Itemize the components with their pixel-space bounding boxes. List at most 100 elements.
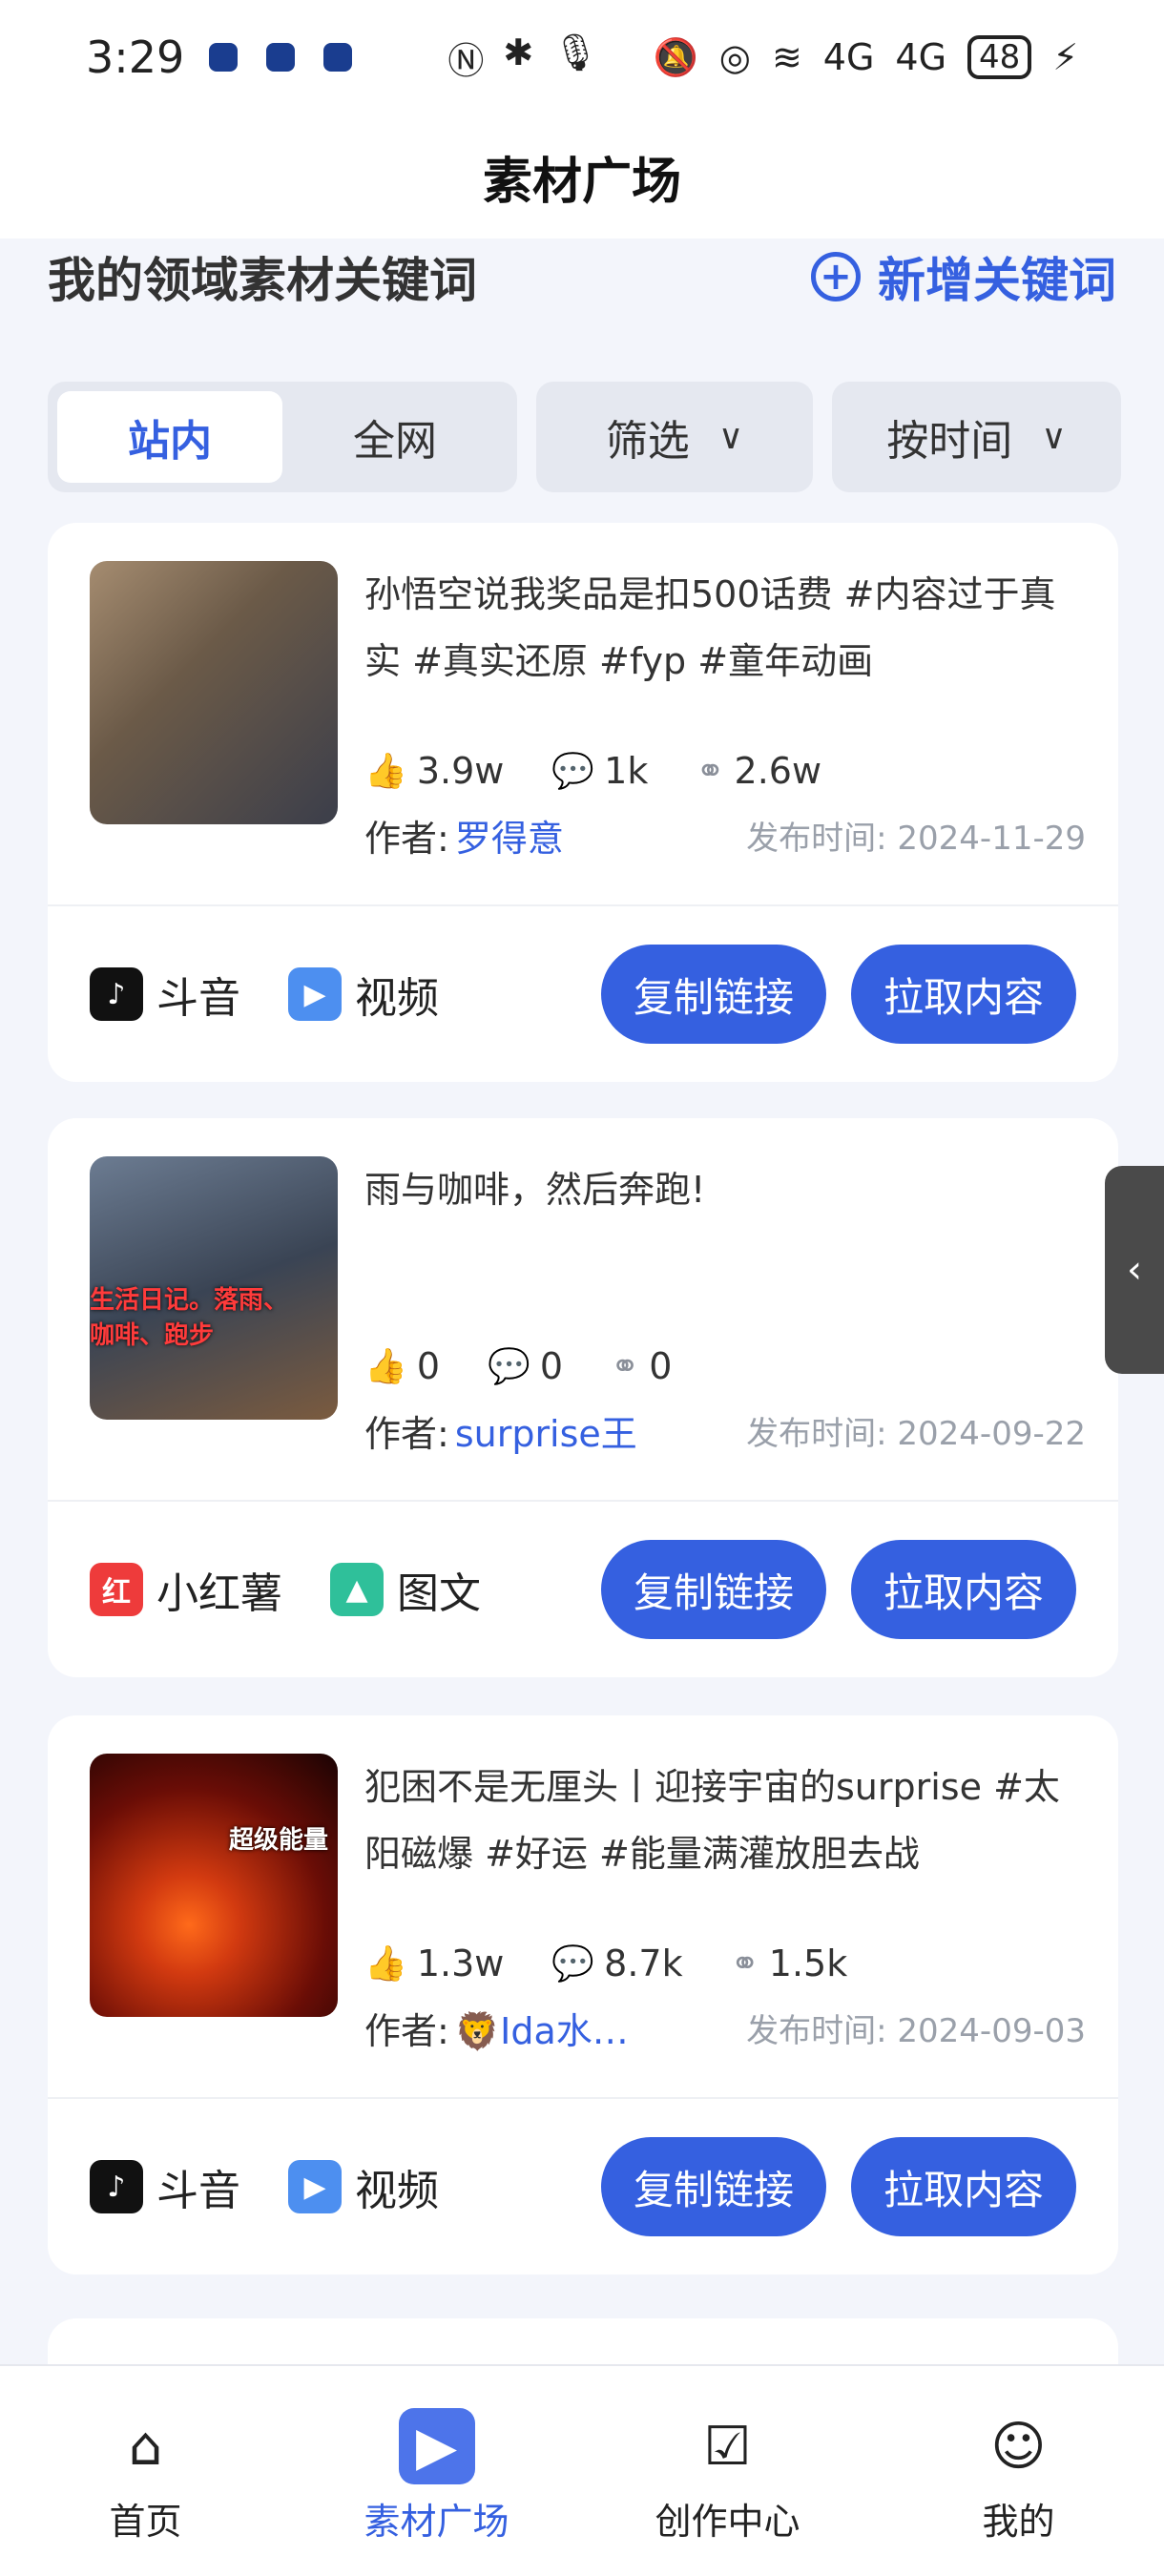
author-label: 作者: bbox=[364, 818, 449, 860]
status-time: 3:29 bbox=[86, 31, 185, 83]
douyin-icon: ♪ bbox=[90, 2160, 143, 2213]
card-content: 孙悟空说我奖品是扣500话费 #内容过于真实 #真实还原 #fyp #童年动画 … bbox=[48, 523, 1118, 906]
side-panel-toggle[interactable]: ‹ bbox=[1105, 1166, 1164, 1374]
tab-create[interactable]: ☑ 创作中心 bbox=[613, 2408, 842, 2545]
card-content: 生活日记。落雨、咖啡、跑步 雨与咖啡，然后奔跑! 👍 0 💬 0 ⚭ 0 作者:… bbox=[48, 1118, 1118, 1502]
status-right: 🔕 ◎ ≋ 4G 4G 48 ⚡ bbox=[653, 35, 1078, 79]
shares-stat: ⚭ 2.6w bbox=[696, 750, 821, 792]
segment-onsite[interactable]: 站内 bbox=[57, 391, 282, 483]
card-thumbnail[interactable] bbox=[90, 561, 338, 824]
thumbs-up-icon: 👍 bbox=[364, 752, 407, 791]
shares-count: 2.6w bbox=[734, 750, 822, 792]
comment-icon: 💬 bbox=[551, 1944, 595, 1984]
card-stats: 👍 0 💬 0 ⚭ 0 bbox=[364, 1345, 719, 1387]
material-card[interactable]: 生活日记。落雨、咖啡、跑步 雨与咖啡，然后奔跑! 👍 0 💬 0 ⚭ 0 作者:… bbox=[48, 1118, 1118, 1677]
publish-time: 发布时间: 2024-09-22 bbox=[746, 1415, 1086, 1453]
tab-profile[interactable]: ☺ 我的 bbox=[904, 2408, 1133, 2545]
likes-stat: 👍 3.9w bbox=[364, 750, 504, 792]
card-title: 犯困不是无厘头丨迎接宇宙的surprise #太阳磁爆 #好运 #能量满灌放胆去… bbox=[364, 1766, 1060, 1875]
comments-stat: 💬 0 bbox=[488, 1345, 563, 1387]
author-name[interactable]: 🦁Ida水… bbox=[455, 2002, 629, 2054]
hotspot-icon: ◎ bbox=[718, 36, 751, 78]
platform-label: 小红薯 bbox=[156, 1569, 282, 1618]
publish-time: 发布时间: 2024-11-29 bbox=[746, 820, 1086, 858]
comment-icon: 💬 bbox=[551, 752, 595, 791]
card-title: 孙悟空说我奖品是扣500话费 #内容过于真实 #真实还原 #fyp #童年动画 bbox=[364, 573, 1056, 682]
battery-indicator: 48 bbox=[967, 35, 1032, 79]
share-icon: ⚭ bbox=[730, 1943, 759, 1984]
thumbs-up-icon: 👍 bbox=[364, 1944, 407, 1984]
thumbnail-caption: 生活日记。落雨、咖啡、跑步 bbox=[90, 1286, 289, 1350]
charging-icon: ⚡ bbox=[1052, 36, 1078, 78]
status-bar: 3:29 Ⓝ ✱ 🎙 🔕 ◎ ≋ 4G 4G 48 ⚡ bbox=[0, 0, 1164, 114]
author-label: 作者: bbox=[364, 1413, 449, 1455]
chevron-down-icon: ∨ bbox=[1041, 417, 1067, 457]
card-content: 超级能量 犯困不是无厘头丨迎接宇宙的surprise #太阳磁爆 #好运 #能量… bbox=[48, 1715, 1118, 2099]
content-type-label: 视频 bbox=[355, 974, 439, 1023]
video-icon: ▶ bbox=[288, 2160, 342, 2213]
mute-icon: 🔕 bbox=[653, 35, 698, 78]
card-buttons: 复制链接 拉取内容 bbox=[600, 2137, 1076, 2236]
author-name[interactable]: surprise王 bbox=[455, 1404, 637, 1457]
sort-dropdown-label: 按时间 bbox=[886, 417, 1013, 466]
comments-count: 1k bbox=[604, 750, 649, 792]
platform-tag: ♪ 斗音 bbox=[90, 2156, 240, 2217]
publish-time: 发布时间: 2024-09-03 bbox=[746, 2012, 1086, 2050]
notification-app-icon bbox=[266, 43, 296, 72]
notification-app-icon bbox=[323, 43, 353, 72]
scope-segment-control: 站内 全网 bbox=[48, 382, 517, 492]
card-thumbnail[interactable]: 超级能量 bbox=[90, 1754, 338, 2017]
xiaohongshu-icon: 红 bbox=[90, 1563, 143, 1616]
shares-stat: ⚭ 0 bbox=[611, 1345, 672, 1387]
content-type-tag: ▶ 视频 bbox=[288, 2156, 439, 2217]
tab-material[interactable]: ▶ 素材广场 bbox=[322, 2408, 551, 2545]
pull-content-button[interactable]: 拉取内容 bbox=[850, 2137, 1076, 2236]
image-icon: ▲ bbox=[330, 1563, 384, 1616]
wifi-icon: ≋ bbox=[771, 36, 802, 78]
author-row: 作者: 🦁Ida水… 发布时间: 2024-09-03 bbox=[364, 2002, 1086, 2054]
content-type-label: 图文 bbox=[397, 1569, 481, 1618]
douyin-icon: ♪ bbox=[90, 967, 143, 1021]
home-icon: ⌂ bbox=[128, 2415, 163, 2478]
bluetooth-icon: ✱ bbox=[503, 31, 534, 73]
likes-stat: 👍 1.3w bbox=[364, 1942, 504, 1984]
author-name[interactable]: 罗得意 bbox=[455, 809, 564, 862]
material-card[interactable]: 超级能量 犯困不是无厘头丨迎接宇宙的surprise #太阳磁爆 #好运 #能量… bbox=[48, 1715, 1118, 2275]
copy-link-button[interactable]: 复制链接 bbox=[600, 1540, 826, 1639]
material-card[interactable]: 孙悟空说我奖品是扣500话费 #内容过于真实 #真实还原 #fyp #童年动画 … bbox=[48, 523, 1118, 1082]
add-keyword-button[interactable]: + 新增关键词 bbox=[811, 242, 1116, 311]
pull-content-button[interactable]: 拉取内容 bbox=[850, 945, 1076, 1044]
bottom-tab-bar: ⌂ 首页 ▶ 素材广场 ☑ 创作中心 ☺ 我的 bbox=[0, 2364, 1164, 2576]
likes-count: 3.9w bbox=[416, 750, 505, 792]
card-actions: ♪ 斗音 ▶ 视频 复制链接 拉取内容 bbox=[48, 2099, 1118, 2275]
share-icon: ⚭ bbox=[611, 1346, 640, 1386]
platform-tag: 红 小红薯 bbox=[90, 1559, 282, 1620]
platform-label: 斗音 bbox=[156, 974, 240, 1023]
signal-icon: 4G bbox=[895, 36, 947, 78]
page-header: 素材广场 bbox=[0, 114, 1164, 239]
likes-count: 1.3w bbox=[416, 1942, 505, 1984]
tab-home[interactable]: ⌂ 首页 bbox=[31, 2408, 260, 2545]
chevron-down-icon: ∨ bbox=[717, 417, 744, 457]
filter-dropdown[interactable]: 筛选 ∨ bbox=[536, 382, 813, 492]
platform-tag: ♪ 斗音 bbox=[90, 964, 240, 1025]
card-thumbnail[interactable]: 生活日记。落雨、咖啡、跑步 bbox=[90, 1156, 338, 1420]
comment-icon: 💬 bbox=[488, 1347, 530, 1386]
status-connectivity: Ⓝ ✱ 🎙 bbox=[447, 31, 598, 84]
chevron-left-icon: ‹ bbox=[1127, 1248, 1142, 1292]
author-row: 作者: surprise王 发布时间: 2024-09-22 bbox=[364, 1404, 1086, 1457]
shares-stat: ⚭ 1.5k bbox=[731, 1942, 848, 1984]
microphone-icon: 🎙 bbox=[552, 31, 599, 73]
plus-circle-icon: + bbox=[811, 252, 861, 301]
copy-link-button[interactable]: 复制链接 bbox=[600, 945, 826, 1044]
segment-allweb[interactable]: 全网 bbox=[282, 391, 508, 483]
author-label: 作者: bbox=[364, 2010, 449, 2052]
keyword-section-title: 我的领域素材关键词 bbox=[48, 253, 477, 308]
content-type-tag: ▲ 图文 bbox=[330, 1559, 481, 1620]
share-icon: ⚭ bbox=[696, 751, 725, 791]
copy-link-button[interactable]: 复制链接 bbox=[600, 2137, 826, 2236]
sort-dropdown[interactable]: 按时间 ∨ bbox=[832, 382, 1121, 492]
card-stats: 👍 3.9w 💬 1k ⚭ 2.6w bbox=[364, 750, 869, 792]
tab-label: 创作中心 bbox=[655, 2501, 800, 2543]
pull-content-button[interactable]: 拉取内容 bbox=[850, 1540, 1076, 1639]
